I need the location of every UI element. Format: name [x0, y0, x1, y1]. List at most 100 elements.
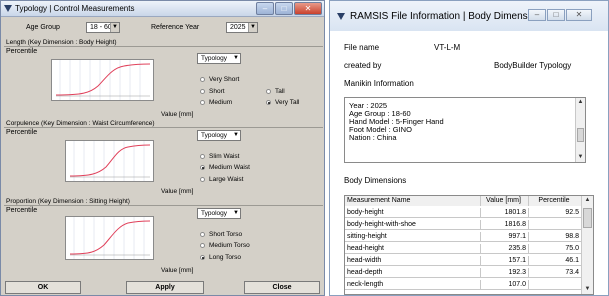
manikin-info-textbox[interactable]: Year : 2025 Age Group : 18-60 Hand Model… [344, 97, 586, 163]
radio-label: Short [209, 88, 225, 95]
age-group-value: 18 - 60 [90, 24, 112, 31]
radio-label: Very Short [209, 76, 240, 83]
cell-percentile [529, 280, 582, 290]
value-axis-label: Value [mm] [161, 188, 194, 195]
table-row[interactable]: sitting-height 997.1 98.8 [345, 232, 582, 242]
column-header-value[interactable]: Value [mm] [481, 196, 529, 206]
distribution-curve [69, 217, 151, 259]
radio-dot [200, 232, 205, 237]
cell-name: body-height-with-shoe [345, 220, 481, 230]
cell-name: head-width [345, 256, 481, 266]
chevron-down-icon: ▼ [233, 55, 239, 61]
radio-dot [200, 177, 205, 182]
cell-percentile: 73.4 [529, 268, 582, 278]
cell-percentile: 98.8 [529, 232, 582, 242]
table-row[interactable]: head-height 235.8 75.0 [345, 244, 582, 254]
radio-tall[interactable]: Tall [266, 88, 285, 95]
cell-value: 1801.8 [481, 208, 529, 218]
radio-label: Medium Torso [209, 242, 250, 249]
scroll-thumb[interactable] [583, 208, 592, 228]
table-row[interactable]: head-depth 192.3 73.4 [345, 268, 582, 278]
section-title: Length (Key Dimension : Body Height) [6, 39, 117, 46]
cell-value: 997.1 [481, 232, 529, 242]
reference-year-value: 2025 [230, 24, 246, 31]
radio-medium[interactable]: Medium [200, 99, 232, 106]
scroll-down-icon[interactable]: ▼ [582, 285, 593, 294]
cell-name: sitting-height [345, 232, 481, 242]
cell-percentile: 92.5 [529, 208, 582, 218]
radio-short-torso[interactable]: Short Torso [200, 231, 242, 238]
radio-dot [200, 243, 205, 248]
cell-value: 235.8 [481, 244, 529, 254]
table-row[interactable]: neck-length 107.0 [345, 280, 582, 290]
window-title: Typology | Control Measurements [15, 4, 135, 13]
table-row[interactable]: head-width 157.1 46.1 [345, 256, 582, 266]
radio-label: Slim Waist [209, 153, 240, 160]
radio-dot [266, 100, 271, 105]
created-by-label: created by [344, 61, 382, 70]
file-info-title-bar[interactable]: RAMSIS File Information | Body Dimension… [330, 1, 608, 31]
radio-dot [200, 89, 205, 94]
radio-dot [200, 154, 205, 159]
ok-button[interactable]: OK [5, 281, 81, 294]
maximize-button[interactable]: □ [275, 2, 293, 15]
typology-dropdown[interactable]: Typology ▼ [197, 53, 241, 64]
typology-dropdown[interactable]: Typology ▼ [197, 130, 241, 141]
typology-label: Typology [201, 55, 228, 62]
maximize-button[interactable]: □ [547, 9, 565, 21]
column-header-name[interactable]: Measurement Name [345, 196, 481, 206]
radio-medium-torso[interactable]: Medium Torso [200, 242, 250, 249]
typology-dropdown[interactable]: Typology ▼ [197, 208, 241, 219]
close-window-button[interactable]: ✕ [294, 2, 322, 15]
cell-percentile: 46.1 [529, 256, 582, 266]
minimize-button[interactable]: – [528, 9, 546, 21]
radio-very-tall[interactable]: Very Tall [266, 99, 299, 106]
chevron-down-icon: ▼ [233, 210, 239, 216]
scroll-up-icon[interactable]: ▲ [582, 196, 593, 205]
table-scrollbar[interactable]: ▲ ▼ [581, 196, 593, 294]
minimize-button[interactable]: – [256, 2, 274, 15]
section-title: Proportion (Key Dimension : Sitting Heig… [6, 198, 130, 205]
reference-year-select[interactable]: 2025 ▼ [226, 22, 258, 33]
close-window-button[interactable]: ✕ [566, 9, 592, 21]
corpulence-distribution-chart [65, 140, 154, 182]
typology-title-bar[interactable]: Typology | Control Measurements – □ ✕ [1, 1, 324, 17]
file-name-label: File name [344, 43, 380, 52]
radio-very-short[interactable]: Very Short [200, 76, 239, 83]
apply-button[interactable]: Apply [126, 281, 204, 294]
info-scrollbar[interactable]: ▲ ▼ [575, 98, 585, 162]
value-axis-label: Value [mm] [161, 111, 194, 118]
age-group-label: Age Group [26, 24, 60, 31]
radio-long-torso[interactable]: Long Torso [200, 254, 241, 261]
radio-dot [266, 89, 271, 94]
body-dimensions-label: Body Dimensions [344, 176, 407, 185]
cell-value: 157.1 [481, 256, 529, 266]
cell-value: 107.0 [481, 280, 529, 290]
scroll-up-icon[interactable]: ▲ [576, 98, 585, 107]
radio-medium-waist[interactable]: Medium Waist [200, 164, 250, 171]
proportion-section: Proportion (Key Dimension : Sitting Heig… [4, 198, 323, 278]
manikin-info-label: Manikin Information [344, 79, 414, 88]
table-row[interactable]: body-height-with-shoe 1816.8 [345, 220, 582, 230]
section-title: Corpulence (Key Dimension : Waist Circum… [6, 120, 155, 127]
file-info-window: RAMSIS File Information | Body Dimension… [329, 0, 609, 296]
radio-dot [200, 255, 205, 260]
radio-large-waist[interactable]: Large Waist [200, 176, 243, 183]
typology-label: Typology [201, 210, 228, 217]
radio-short[interactable]: Short [200, 88, 225, 95]
file-name-value: VT-L-M [434, 43, 461, 52]
cell-percentile [529, 220, 582, 230]
column-header-percentile[interactable]: Percentile [529, 196, 582, 206]
radio-slim-waist[interactable]: Slim Waist [200, 153, 239, 160]
radio-label: Short Torso [209, 231, 243, 238]
table-row[interactable]: body-height 1801.8 92.5 [345, 208, 582, 218]
close-button[interactable]: Close [244, 281, 320, 294]
age-group-select[interactable]: 18 - 60 ▼ [86, 22, 120, 33]
app-icon [4, 5, 12, 12]
length-section: Length (Key Dimension : Body Height) Per… [4, 39, 323, 119]
body-dimensions-table: Measurement Name Value [mm] Percentile b… [344, 195, 594, 295]
cell-value: 192.3 [481, 268, 529, 278]
scroll-down-icon[interactable]: ▼ [576, 153, 585, 162]
radio-dot [200, 77, 205, 82]
scroll-thumb[interactable] [577, 128, 584, 142]
